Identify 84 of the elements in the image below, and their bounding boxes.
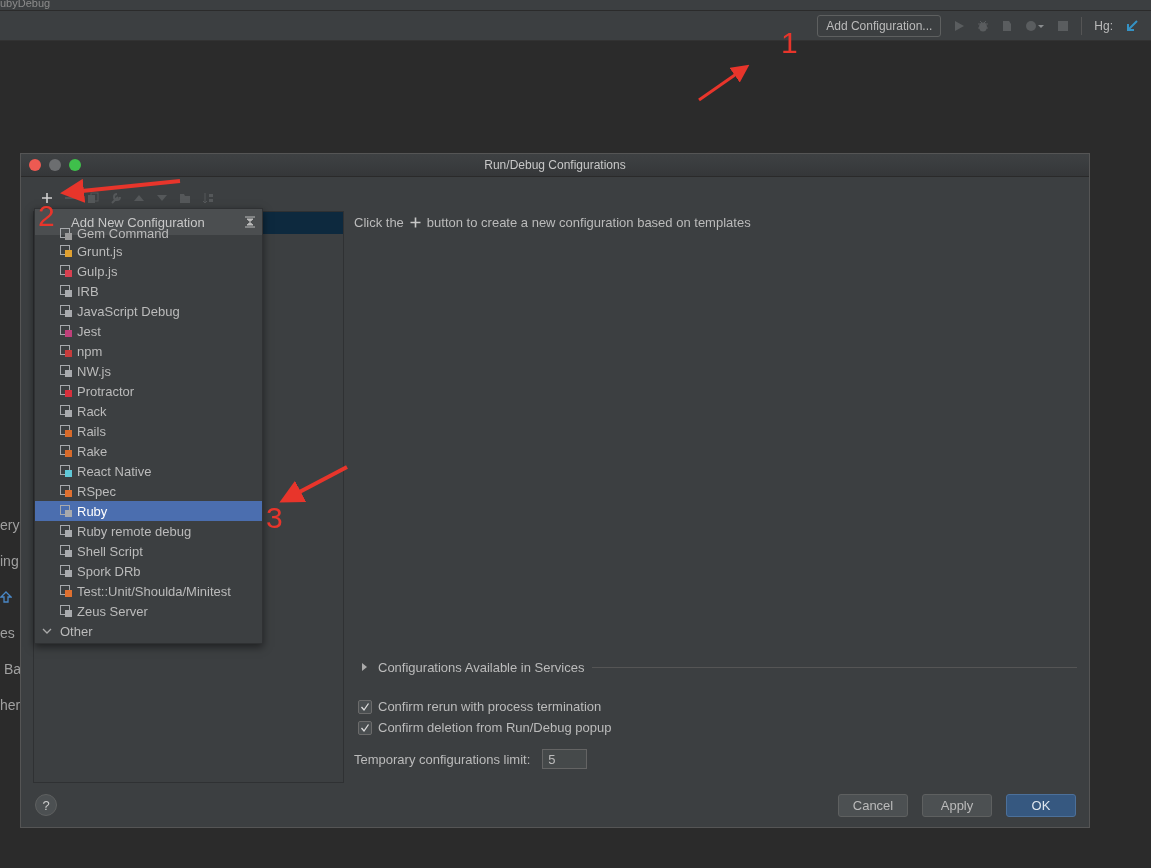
popup-item[interactable]: Gulp.js <box>35 261 262 281</box>
popup-item[interactable]: NW.js <box>35 361 262 381</box>
bug-icon[interactable] <box>977 19 990 32</box>
popup-group[interactable]: Other <box>35 621 262 641</box>
configuration-type-icon <box>59 244 73 258</box>
plus-icon <box>409 216 421 228</box>
popup-item[interactable]: JavaScript Debug <box>35 301 262 321</box>
popup-item[interactable]: React Native <box>35 461 262 481</box>
background-text: ery <box>0 516 21 535</box>
popup-item[interactable]: Rack <box>35 401 262 421</box>
checkbox[interactable] <box>358 699 372 714</box>
checkbox-option[interactable]: Confirm deletion from Run/Debug popup <box>354 720 1077 735</box>
configuration-type-icon <box>59 364 73 378</box>
coverage-icon[interactable] <box>1001 19 1014 32</box>
popup-item[interactable]: npm <box>35 341 262 361</box>
background-text: her <box>0 696 22 715</box>
up-arrow-icon <box>0 591 12 603</box>
configuration-type-icon <box>59 504 73 518</box>
add-icon[interactable] <box>41 192 53 204</box>
popup-item[interactable]: Ruby remote debug <box>35 521 262 541</box>
configuration-type-icon <box>59 544 73 558</box>
annotation-arrow <box>698 64 750 102</box>
popup-item[interactable]: Jest <box>35 321 262 341</box>
configuration-type-icon <box>59 404 73 418</box>
configuration-type-icon <box>59 584 73 598</box>
configuration-type-icon <box>59 464 73 478</box>
background-text: Ba <box>3 660 22 679</box>
popup-item[interactable]: RSpec <box>35 481 262 501</box>
run-icon[interactable] <box>953 19 966 32</box>
stop-icon[interactable] <box>1057 19 1070 32</box>
popup-item[interactable]: Rake <box>35 441 262 461</box>
collapse-icon[interactable] <box>244 216 256 228</box>
profile-dropdown-icon[interactable] <box>1025 19 1046 32</box>
limit-input-field[interactable]: 5 <box>542 749 588 769</box>
configuration-type-icon <box>59 604 73 618</box>
configuration-type-icon <box>59 564 73 578</box>
dialog-button[interactable]: Apply <box>922 793 992 817</box>
configuration-type-icon <box>59 344 73 358</box>
background-text: es <box>0 624 16 643</box>
zoom-button[interactable] <box>69 159 81 171</box>
annotation-number: 2 <box>38 201 55 231</box>
popup-title: Add New Configuration <box>71 214 205 230</box>
configuration-type-icon <box>59 264 73 278</box>
help-button[interactable]: ? <box>35 794 57 816</box>
popup-item[interactable]: IRB <box>35 281 262 301</box>
add-configuration-button[interactable]: Add Configuration... <box>817 14 942 37</box>
hint-text: Click the <box>354 214 404 230</box>
close-button[interactable] <box>29 159 41 171</box>
chevron-down-icon <box>42 626 52 636</box>
popup-item[interactable]: Test::Unit/Shoulda/Minitest <box>35 581 262 601</box>
popup-item[interactable]: Zeus Server <box>35 601 262 621</box>
configuration-type-icon <box>59 324 73 338</box>
configuration-type-icon <box>59 424 73 438</box>
update-arrow-icon[interactable] <box>1125 18 1139 33</box>
popup-item[interactable]: Grunt.js <box>35 241 262 261</box>
section-toggle[interactable]: Configurations Available in Services <box>354 659 585 675</box>
popup-item[interactable]: Gem Command <box>35 229 262 241</box>
vcs-label: Hg: <box>1094 18 1113 33</box>
window-title: ubyDebug <box>0 0 51 9</box>
configuration-type-icon <box>59 227 73 241</box>
configuration-type-icon <box>59 524 73 538</box>
annotation-number: 1 <box>781 28 798 58</box>
configuration-type-icon <box>59 384 73 398</box>
popup-item[interactable]: Shell Script <box>35 541 262 561</box>
dialog-title: Run/Debug Configurations <box>483 158 627 172</box>
configuration-type-icon <box>59 284 73 298</box>
dialog-button[interactable]: Cancel <box>838 793 908 817</box>
minimize-button[interactable] <box>49 159 61 171</box>
dialog-button[interactable]: OK <box>1006 793 1076 817</box>
annotation-number: 3 <box>266 503 283 533</box>
checkbox[interactable] <box>358 720 372 735</box>
field-label: Temporary configurations limit: <box>354 751 531 767</box>
popup-item[interactable]: Spork DRb <box>35 561 262 581</box>
popup-item[interactable]: Protractor <box>35 381 262 401</box>
popup-item[interactable]: Ruby <box>35 501 262 521</box>
popup-item[interactable]: Rails <box>35 421 262 441</box>
triangle-right-icon <box>360 663 368 671</box>
configuration-type-icon <box>59 304 73 318</box>
annotation-arrow <box>279 465 348 503</box>
configuration-type-icon <box>59 484 73 498</box>
checkbox-option[interactable]: Confirm rerun with process termination <box>354 699 1077 714</box>
background-text: ing <box>0 552 20 571</box>
configuration-type-icon <box>59 444 73 458</box>
hint-text: button to create a new configuration based on templates <box>426 214 751 230</box>
